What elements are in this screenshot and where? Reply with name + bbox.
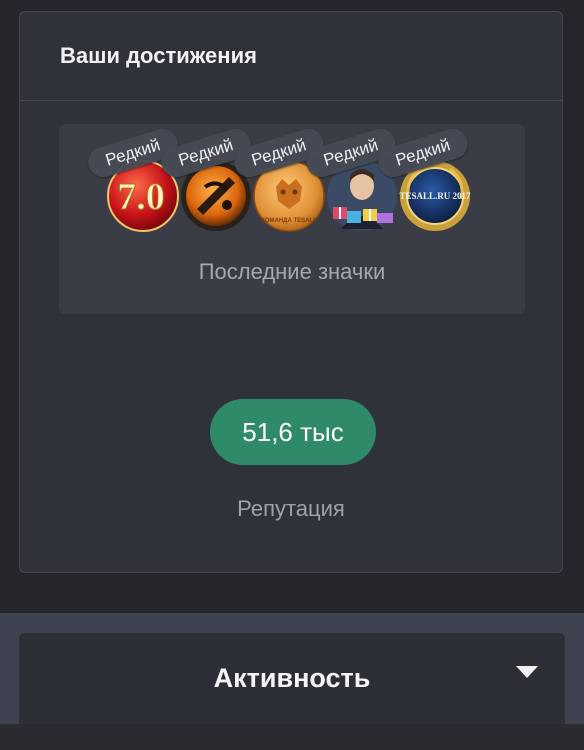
activity-title: Активность [213,663,371,693]
achievements-header: Ваши достижения [20,12,562,101]
reputation-label: Репутация [237,496,345,521]
badge-team-tesall-text: КОМАНДА TESALL [261,218,317,224]
achievements-card: Ваши достижения 7.0 КОМАНДА TESALL TESAL… [19,11,563,573]
chevron-down-icon[interactable] [516,666,538,678]
achievements-title: Ваши достижения [60,43,257,68]
bottom-strip [0,724,584,750]
badge-tesall-2017-text: TESALL.RU 2017 [399,191,471,201]
activity-section-toggle[interactable]: Активность [19,633,565,724]
recent-badges-caption: Последние значки [198,259,386,284]
badge-version-7-text: 7.0 [117,176,165,218]
recent-badges-panel[interactable]: 7.0 КОМАНДА TESALL TESALL.RU 2017 Редкий… [59,124,525,314]
reputation-value[interactable]: 51,6 тыс [210,399,376,465]
